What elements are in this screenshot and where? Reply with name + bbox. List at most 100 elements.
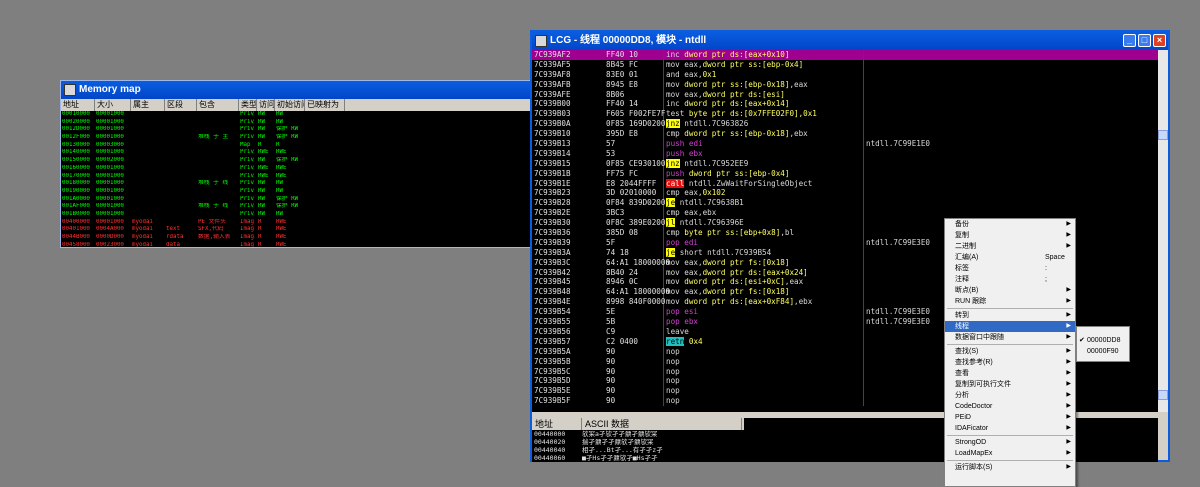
menu-item[interactable]: 查找(S) ▶ bbox=[945, 346, 1075, 357]
memory-map-row[interactable]: 0012D000 00001000 Priv RW 保护 RW bbox=[61, 126, 531, 134]
memory-map-row[interactable]: 00130000 00003000 Map R R bbox=[61, 142, 531, 150]
submenu-item[interactable]: ✔ 00000DD8 bbox=[1077, 335, 1129, 346]
cpu-titlebar[interactable]: LCG - 线程 00000DD8, 模块 - ntdll _ □ × bbox=[532, 32, 1168, 50]
memory-map-column-header[interactable]: 包含 bbox=[197, 99, 239, 111]
memory-map-cell: RW bbox=[258, 118, 265, 125]
memory-map-column-header[interactable]: 区段 bbox=[165, 99, 197, 111]
thread-submenu[interactable]: ✔ 00000DD8 00000F90 bbox=[1076, 326, 1130, 362]
menu-item[interactable]: PEiD ▶ bbox=[945, 412, 1075, 423]
disasm-row[interactable]: 7C939B13 57 push edi ntdll.7C99E1E0 bbox=[532, 139, 1158, 149]
memory-map-row[interactable]: 00150000 00002000 Priv RW 保护 RW bbox=[61, 157, 531, 165]
scroll-down-icon[interactable] bbox=[1158, 390, 1168, 400]
memory-map-row[interactable]: 00401000 0004A000 myodai text SFX,代码 Imag R RWE bbox=[61, 226, 531, 234]
menu-item[interactable]: 标签: bbox=[945, 263, 1075, 274]
dump-row[interactable]: 00440040 相孑...Bt孑...有孑孑z孑 bbox=[532, 446, 744, 454]
disasm-row[interactable]: 7C939B00 FF40 14 inc dword ptr ds:[eax+0x1… bbox=[532, 99, 1158, 110]
disasm-row[interactable]: 7C939B1B FF75 FC push dword ptr ss:[ebp-0x… bbox=[532, 168, 1158, 179]
memory-map-cell: R bbox=[276, 141, 280, 148]
menu-item[interactable]: 备份 ▶ bbox=[945, 219, 1075, 230]
memory-map-window[interactable]: Memory map 地址大小属主区段包含类型访问初始访问已映射为 000100… bbox=[60, 80, 532, 248]
memory-map-row[interactable]: 00140000 00001000 Priv RWE RWE bbox=[61, 149, 531, 157]
dump-row[interactable]: 00440020 揣孑鼐孑孑鼐欤孑鼐欤冞 bbox=[532, 438, 744, 446]
disasm-row[interactable]: 7C939B14 53 push ebx bbox=[532, 148, 1158, 159]
memory-map-column-header[interactable]: 初始访问 bbox=[275, 99, 305, 111]
menu-item[interactable]: 运行脚本(S) ▶ bbox=[945, 462, 1075, 473]
minimize-icon[interactable]: _ bbox=[1123, 34, 1136, 47]
memory-map-row[interactable]: 0012F000 00001000 堆栈 于 主 Priv RW 保护 RW bbox=[61, 134, 531, 142]
memory-map-column-header[interactable]: 类型 bbox=[239, 99, 257, 111]
memory-map-list[interactable]: 00010000 00001000 Priv RW RW 00020000 00001000… bbox=[61, 111, 531, 247]
instruction-token: pop bbox=[666, 237, 680, 247]
memory-map-row[interactable]: 001AF000 00001000 堆栈 于 线 Priv RW 保护 RW bbox=[61, 203, 531, 211]
disasm-row[interactable]: 7C939AF2 FF40 10 inc dword ptr ds:[eax+0x1… bbox=[532, 50, 1158, 60]
memory-map-cell: RW bbox=[276, 180, 283, 187]
instruction-token: ,eax bbox=[784, 277, 804, 287]
disasm-row[interactable]: 7C939B2E 3BC3 cmp eax,ebx bbox=[532, 208, 1158, 219]
memory-map-column-header[interactable]: 属主 bbox=[131, 99, 165, 111]
maximize-icon[interactable]: □ bbox=[1138, 34, 1151, 47]
instruction-token: mov eax, bbox=[666, 89, 703, 99]
menu-item[interactable]: LoadMapEx ▶ bbox=[945, 448, 1075, 459]
disasm-row[interactable]: 7C939AFB 8945 E8 mov dword ptr ss:[ebp-0x1… bbox=[532, 79, 1158, 90]
memory-map-row[interactable]: 00160000 00001000 Priv RWE RWE bbox=[61, 165, 531, 173]
menu-item[interactable]: 二进制 ▶ bbox=[945, 241, 1075, 252]
memory-map-cell bbox=[197, 173, 239, 181]
disasm-row[interactable]: 7C939B23 3D 02010000 cmp eax,0x102 bbox=[532, 188, 1158, 199]
menu-item[interactable]: 汇编(A) Space bbox=[945, 252, 1075, 263]
dump-rows[interactable]: 00440000 欤冞a孑欤孑孑鼐孑鼐欤冞 00440020 揣孑鼐孑孑鼐欤孑鼐欤冞 0… bbox=[532, 430, 744, 462]
menu-item[interactable]: 断点(B) ▶ bbox=[945, 285, 1075, 296]
scrollbar-thumb[interactable] bbox=[1158, 130, 1168, 140]
memory-map-row[interactable]: 001A0000 00001000 Priv RW 保护 RW bbox=[61, 196, 531, 204]
disasm-row[interactable]: 7C939AF5 8B45 FC mov eax,dword ptr ss:[ebp… bbox=[532, 59, 1158, 70]
disasm-row[interactable]: 7C939B03 F605 F002FE7F test byte ptr ds:[0… bbox=[532, 109, 1158, 120]
memory-map-column-header[interactable]: 已映射为 bbox=[305, 99, 345, 111]
memory-map-cell: Priv bbox=[240, 118, 254, 125]
disasm-row[interactable]: 7C939B15 0F85 CE930100 jnz ntdll.7C952EE9 bbox=[532, 158, 1158, 169]
disasm-instruction: mov eax,dword ptr fs:[0x18] bbox=[664, 287, 864, 298]
memory-map-titlebar[interactable]: Memory map bbox=[61, 81, 531, 99]
menu-item[interactable]: StrongOD ▶ bbox=[945, 437, 1075, 448]
menu-item[interactable]: 复制到可执行文件 ▶ bbox=[945, 379, 1075, 390]
menu-item[interactable]: 分析 ▶ bbox=[945, 390, 1075, 401]
disasm-row[interactable]: 7C939B10 395D E8 cmp dword ptr ss:[ebp-0x1… bbox=[532, 129, 1158, 140]
memory-map-column-header[interactable]: 地址 bbox=[61, 99, 95, 111]
memory-map-column-header[interactable]: 访问 bbox=[257, 99, 275, 111]
disasm-row[interactable]: 7C939B1E E8 2044FFFF call ntdll.ZwWaitForS… bbox=[532, 178, 1158, 189]
disasm-row[interactable]: 7C939B28 0F84 839D0200 je ntdll.7C9638B1 bbox=[532, 198, 1158, 209]
disasm-row[interactable]: 7C939AF8 83E0 01 and eax,0x1 bbox=[532, 69, 1158, 80]
menu-item[interactable]: 数据窗口中跟随 ▶ bbox=[945, 332, 1075, 343]
context-menu[interactable]: 备份 ▶ 复制 ▶ 二进制 ▶ 汇编(A) Space 标签: 注释; 断点(B) ▶ RUN 跟踪 ▶ 转… bbox=[944, 218, 1076, 487]
memory-map-cell bbox=[197, 157, 239, 165]
memory-map-row[interactable]: 00010000 00001000 Priv RW RW bbox=[61, 111, 531, 119]
menu-item[interactable]: 查看 ▶ bbox=[945, 368, 1075, 379]
submenu-item[interactable]: 00000F90 bbox=[1077, 346, 1129, 357]
menu-item[interactable]: RUN 跟踪 ▶ bbox=[945, 296, 1075, 307]
memory-map-row[interactable]: 00190000 00001000 Priv RW RW bbox=[61, 188, 531, 196]
memory-map-row[interactable]: 00020000 00001000 Priv RW RW bbox=[61, 119, 531, 127]
disasm-hex: 64:A1 18000000 bbox=[606, 257, 671, 268]
memory-map-cell: R bbox=[258, 226, 262, 233]
menu-item[interactable]: 查找参考(R) ▶ bbox=[945, 357, 1075, 368]
menu-item[interactable]: 线程 ▶ bbox=[945, 321, 1075, 332]
menu-item[interactable]: CodeDoctor ▶ bbox=[945, 401, 1075, 412]
menu-item[interactable]: IDAFicator ▶ bbox=[945, 423, 1075, 434]
memory-map-row[interactable]: 00458000 00023000 myodai data Imag R RWE bbox=[61, 242, 531, 247]
disasm-comment: ntdll.7C99E1E0 bbox=[866, 139, 931, 149]
close-icon[interactable]: × bbox=[1153, 34, 1166, 47]
memory-map-cell bbox=[305, 119, 345, 127]
memory-map-row[interactable]: 0044B000 0000D000 myodai rdata 数据,输入表 Imag R RW… bbox=[61, 234, 531, 242]
memory-map-row[interactable]: 001B0000 00001000 Priv RW RW bbox=[61, 211, 531, 219]
memory-map-row[interactable]: 00180000 00001000 堆栈 于 线 Priv RW RW bbox=[61, 180, 531, 188]
memory-map-row[interactable]: 00400000 00001000 myodai PE 文件头 Imag R RWE bbox=[61, 219, 531, 227]
disassembly-scrollbar[interactable] bbox=[1158, 50, 1168, 412]
dump-row[interactable]: 00440060 ■孑Hs孑孑鼐欤孑■Hs孑孑 bbox=[532, 454, 744, 462]
disasm-row[interactable]: 7C939B0A 0F85 169D0200 jnz ntdll.7C963826 bbox=[532, 119, 1158, 130]
disasm-row[interactable]: 7C939AFE 8B06 mov eax,dword ptr ds:[esi] bbox=[532, 89, 1158, 100]
dump-row[interactable]: 00440000 欤冞a孑欤孑孑鼐孑鼐欤冞 bbox=[532, 430, 744, 438]
menu-item[interactable]: 注释; bbox=[945, 274, 1075, 285]
memory-map-row[interactable]: 00170000 00001000 Priv RWE RWE bbox=[61, 173, 531, 181]
dump-pane[interactable]: 地址 ASCII 数据 00440000 欤冞a孑欤孑孑鼐孑鼐欤冞 00440020… bbox=[532, 418, 744, 462]
menu-item[interactable]: 转到 ▶ bbox=[945, 310, 1075, 321]
menu-item[interactable]: 复制 ▶ bbox=[945, 230, 1075, 241]
memory-map-column-header[interactable]: 大小 bbox=[95, 99, 131, 111]
